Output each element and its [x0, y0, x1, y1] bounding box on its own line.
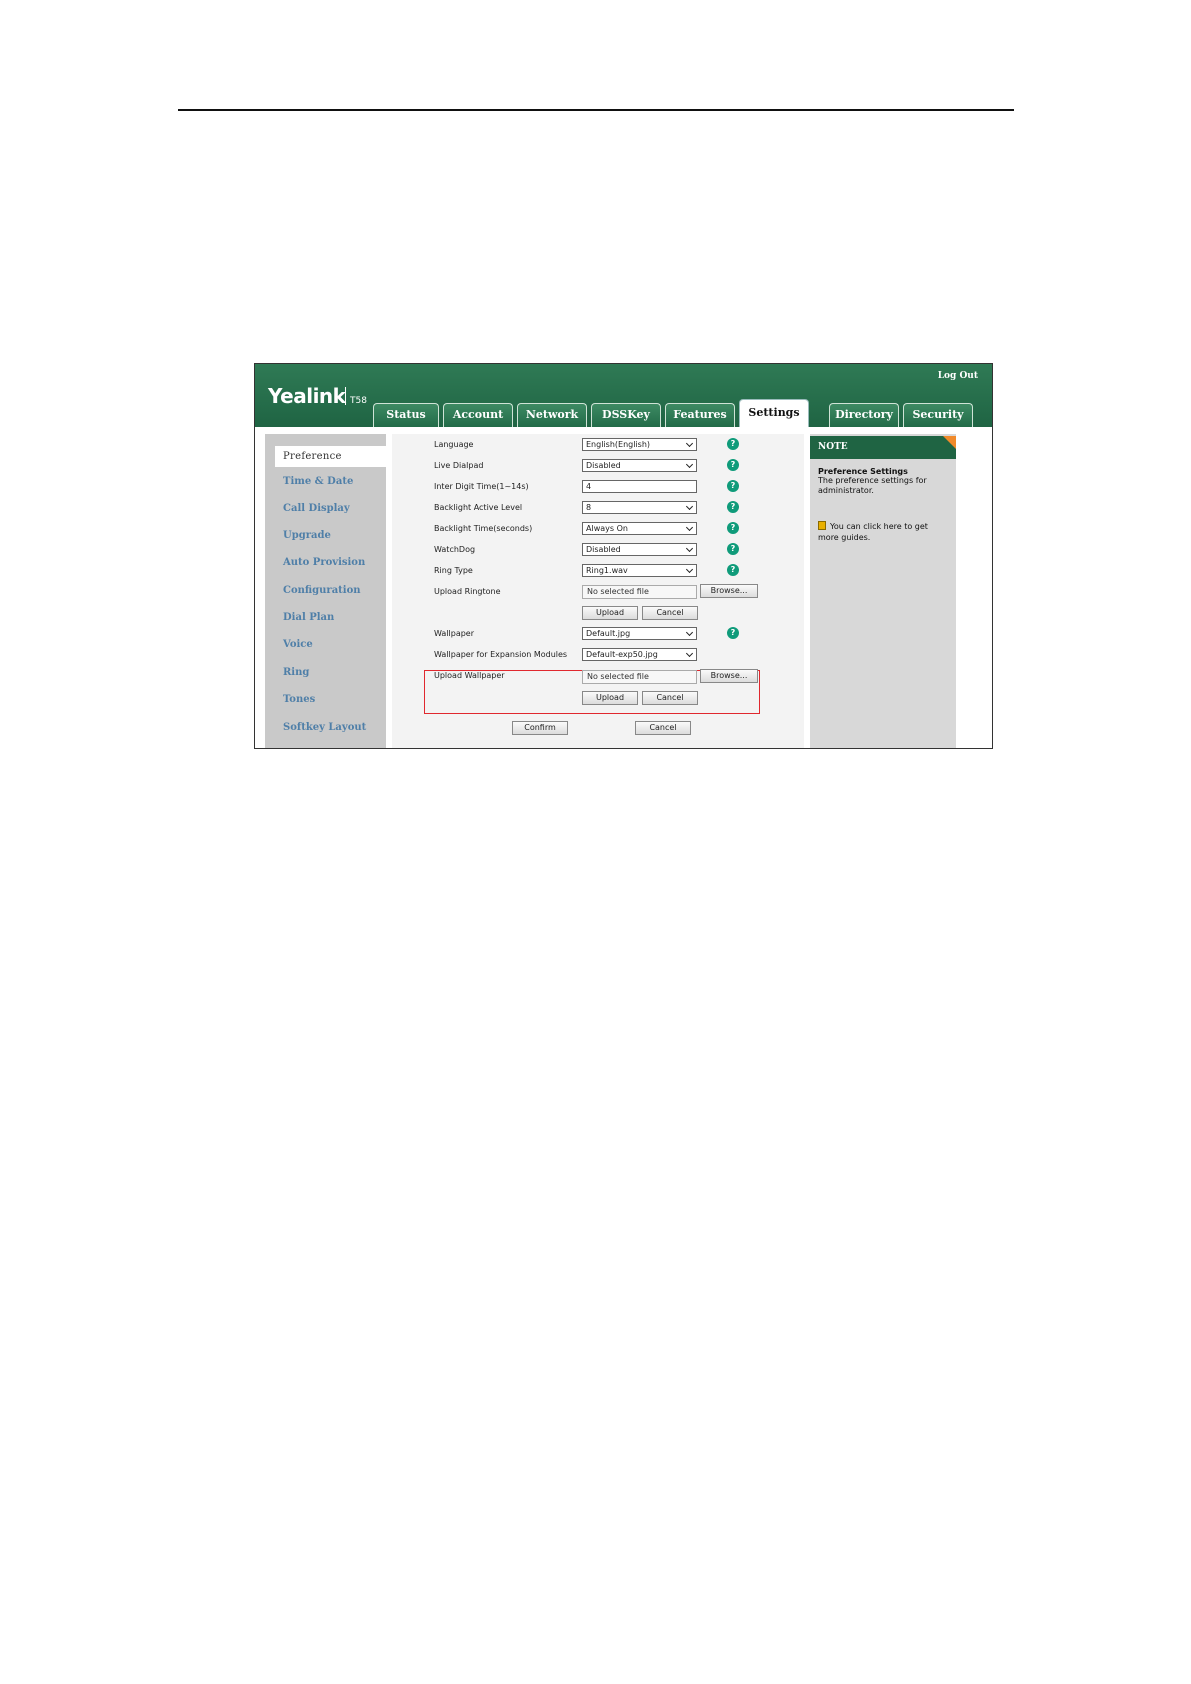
backlight-level-help-icon[interactable]: ? [727, 501, 739, 513]
inter-digit-label: Inter Digit Time(1~14s) [434, 482, 529, 491]
logo-separator [345, 387, 346, 405]
wallpaper-help-icon[interactable]: ? [727, 627, 739, 639]
live-dialpad-help-icon[interactable]: ? [727, 459, 739, 471]
ringtone-browse-button[interactable]: Browse... [700, 584, 758, 598]
main-body: Preference Time & Date Call Display Upgr… [255, 427, 992, 748]
inter-digit-help-icon[interactable]: ? [727, 480, 739, 492]
tab-settings[interactable]: Settings [739, 399, 809, 427]
wallpaper-file-field[interactable]: No selected file [582, 670, 697, 684]
inter-digit-input[interactable]: 4 [582, 480, 697, 493]
watchdog-help-icon[interactable]: ? [727, 543, 739, 555]
tab-status[interactable]: Status [373, 403, 439, 427]
note-text: The preference settings for administrato… [818, 476, 927, 495]
language-help-icon[interactable]: ? [727, 438, 739, 450]
ring-type-label: Ring Type [434, 566, 473, 575]
wallpaper-exp-label: Wallpaper for Expansion Modules [434, 650, 568, 659]
confirm-button[interactable]: Confirm [512, 721, 568, 735]
wallpaper-label: Wallpaper [434, 629, 475, 638]
tab-security[interactable]: Security [903, 403, 973, 427]
sidebar-item-auto-provision[interactable]: Auto Provision [283, 557, 365, 568]
watchdog-label: WatchDog [434, 545, 476, 554]
preference-form: Language English(English) ? Live Dialpad… [392, 434, 804, 748]
wallpaper-upload-button[interactable]: Upload [582, 691, 638, 705]
sidebar-item-preference[interactable]: Preference [275, 446, 386, 467]
page-top-rule [178, 109, 1014, 111]
logout-link[interactable]: Log Out [938, 371, 978, 381]
sidebar-item-upgrade[interactable]: Upgrade [283, 530, 331, 541]
sidebar-item-softkey-layout[interactable]: Softkey Layout [283, 722, 366, 733]
header-bar: Yealink T58 Log Out Status Account Netwo… [255, 364, 992, 427]
tab-account[interactable]: Account [443, 403, 513, 427]
note-corner-flag-icon [943, 436, 956, 449]
live-dialpad-select[interactable]: Disabled [582, 459, 697, 472]
ringtone-upload-button[interactable]: Upload [582, 606, 638, 620]
language-label: Language [434, 440, 474, 449]
cancel-button[interactable]: Cancel [635, 721, 691, 735]
wallpaper-browse-button[interactable]: Browse... [700, 669, 758, 683]
ringtone-file-field[interactable]: No selected file [582, 585, 697, 599]
yealink-logo: Yealink [268, 384, 346, 408]
tab-features[interactable]: Features [665, 403, 735, 427]
backlight-time-help-icon[interactable]: ? [727, 522, 739, 534]
tab-directory[interactable]: Directory [829, 403, 899, 427]
sidebar-item-configuration[interactable]: Configuration [283, 585, 361, 596]
note-heading: NOTE [810, 436, 956, 459]
sidebar-item-ring[interactable]: Ring [283, 667, 309, 678]
yealink-web-ui-screenshot: Yealink T58 Log Out Status Account Netwo… [254, 363, 993, 749]
ringtone-cancel-button[interactable]: Cancel [642, 606, 698, 620]
sidebar-item-tones[interactable]: Tones [283, 694, 315, 705]
tab-dsskey[interactable]: DSSKey [591, 403, 661, 427]
note-book-icon [818, 521, 826, 530]
note-title: Preference Settings [818, 467, 908, 476]
backlight-time-select[interactable]: Always On [582, 522, 697, 535]
backlight-level-label: Backlight Active Level [434, 503, 523, 512]
watchdog-select[interactable]: Disabled [582, 543, 697, 556]
sidebar-item-voice[interactable]: Voice [283, 639, 313, 650]
backlight-time-label: Backlight Time(seconds) [434, 524, 533, 533]
note-panel: NOTE Preference Settings The preference … [810, 434, 956, 748]
language-select[interactable]: English(English) [582, 438, 697, 451]
tab-network[interactable]: Network [517, 403, 587, 427]
model-label: T58 [350, 396, 367, 406]
ring-type-help-icon[interactable]: ? [727, 564, 739, 576]
live-dialpad-label: Live Dialpad [434, 461, 484, 470]
sidebar: Preference Time & Date Call Display Upgr… [265, 434, 386, 748]
wallpaper-select[interactable]: Default.jpg [582, 627, 697, 640]
sidebar-item-time-date[interactable]: Time & Date [283, 476, 353, 487]
upload-ringtone-label: Upload Ringtone [434, 587, 501, 596]
note-guide-link[interactable]: You can click here to get more guides. [818, 521, 948, 543]
sidebar-item-call-display[interactable]: Call Display [283, 503, 350, 514]
wallpaper-exp-select[interactable]: Default-exp50.jpg [582, 648, 697, 661]
backlight-level-select[interactable]: 8 [582, 501, 697, 514]
ring-type-select[interactable]: Ring1.wav [582, 564, 697, 577]
upload-wallpaper-label: Upload Wallpaper [434, 671, 505, 680]
sidebar-item-dial-plan[interactable]: Dial Plan [283, 612, 334, 623]
wallpaper-cancel-button[interactable]: Cancel [642, 691, 698, 705]
